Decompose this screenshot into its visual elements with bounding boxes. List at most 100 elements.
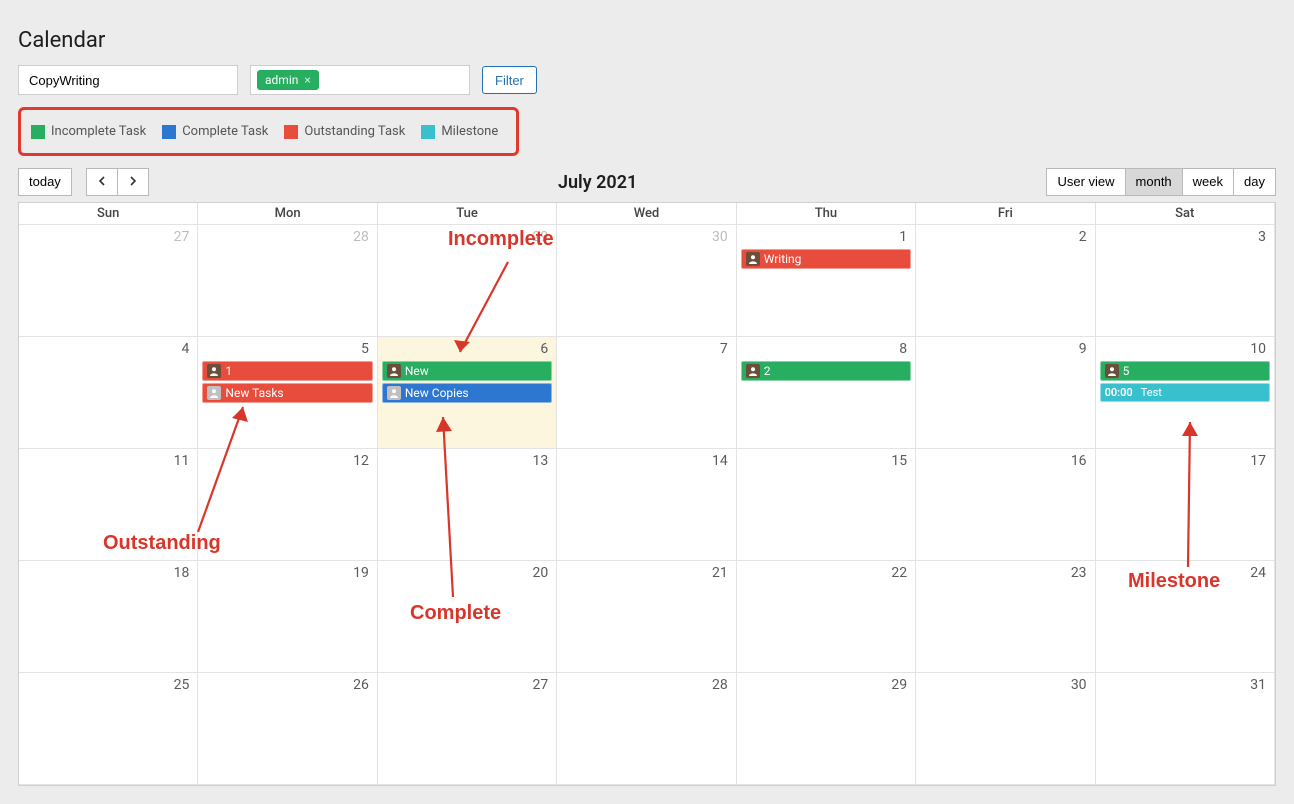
date-number: 26: [202, 675, 372, 697]
date-number: 23: [920, 563, 1090, 585]
calendar-cell[interactable]: 5 1 New Tasks: [198, 337, 377, 449]
calendar-cell[interactable]: 31: [1096, 673, 1275, 785]
legend: Incomplete Task Complete Task Outstandin…: [18, 107, 519, 156]
legend-complete-label: Complete Task: [182, 124, 268, 139]
date-number: 5: [202, 339, 372, 361]
view-month[interactable]: month: [1126, 168, 1183, 196]
day-header: Sat: [1096, 203, 1275, 225]
calendar-cell[interactable]: 16: [916, 449, 1095, 561]
date-number: 7: [561, 339, 731, 361]
date-number: 25: [23, 675, 193, 697]
calendar-cell[interactable]: 28: [198, 225, 377, 337]
calendar-cell[interactable]: 12: [198, 449, 377, 561]
date-number: 28: [202, 227, 372, 249]
avatar-icon: [387, 386, 401, 400]
event-time: 00:00: [1105, 386, 1133, 399]
filter-button[interactable]: Filter: [482, 66, 537, 94]
day-header: Fri: [916, 203, 1095, 225]
event-milestone[interactable]: 00:00 Test: [1100, 383, 1270, 402]
calendar-cell[interactable]: 30: [916, 673, 1095, 785]
calendar-cell[interactable]: 8 2: [737, 337, 916, 449]
calendar-cell[interactable]: 7: [557, 337, 736, 449]
event-outstanding[interactable]: 1: [202, 361, 372, 381]
date-number: 6: [382, 339, 552, 361]
date-number: 22: [741, 563, 911, 585]
calendar-cell[interactable]: 14: [557, 449, 736, 561]
calendar-cell[interactable]: 23: [916, 561, 1095, 673]
calendar-cell[interactable]: 21: [557, 561, 736, 673]
calendar-cell[interactable]: 17: [1096, 449, 1275, 561]
calendar-cell[interactable]: 19: [198, 561, 377, 673]
calendar-cell[interactable]: 1 Writing: [737, 225, 916, 337]
legend-milestone: Milestone: [421, 124, 498, 139]
view-user[interactable]: User view: [1046, 168, 1125, 196]
calendar-cell[interactable]: 30: [557, 225, 736, 337]
date-number: 17: [1100, 451, 1270, 473]
user-filter-input[interactable]: admin ×: [250, 65, 470, 95]
avatar-icon: [207, 364, 221, 378]
date-number: 11: [23, 451, 193, 473]
calendar-cell[interactable]: 15: [737, 449, 916, 561]
calendar-cell[interactable]: 24: [1096, 561, 1275, 673]
date-number: 1: [741, 227, 911, 249]
view-week[interactable]: week: [1183, 168, 1234, 196]
calendar-cell[interactable]: 6 New New Copies: [378, 337, 557, 449]
calendar-cell[interactable]: 20: [378, 561, 557, 673]
event-outstanding[interactable]: New Tasks: [202, 383, 372, 403]
calendar-cell[interactable]: 2: [916, 225, 1095, 337]
calendar-cell[interactable]: 26: [198, 673, 377, 785]
calendar-cell[interactable]: 9: [916, 337, 1095, 449]
event-label: New Tasks: [225, 386, 283, 400]
next-button[interactable]: [118, 168, 149, 196]
view-day[interactable]: day: [1234, 168, 1276, 196]
user-tag-label: admin: [265, 73, 298, 87]
filters-row: admin × Filter: [18, 65, 1276, 95]
calendar-cell[interactable]: 22: [737, 561, 916, 673]
calendar-cell[interactable]: 13: [378, 449, 557, 561]
calendar-title: July 2021: [558, 172, 637, 193]
calendar-cell[interactable]: 10 5 00:00 Test: [1096, 337, 1275, 449]
date-number: 3: [1100, 227, 1270, 249]
calendar-cell[interactable]: 3: [1096, 225, 1275, 337]
chevron-right-icon: [128, 176, 138, 186]
day-header: Tue: [378, 203, 557, 225]
calendar-cell[interactable]: 11: [19, 449, 198, 561]
calendar-cell[interactable]: 27: [378, 673, 557, 785]
date-number: 14: [561, 451, 731, 473]
prev-button[interactable]: [86, 168, 118, 196]
avatar-icon: [207, 386, 221, 400]
calendar-cell[interactable]: 28: [557, 673, 736, 785]
event-label: Writing: [764, 252, 802, 266]
date-number: 16: [920, 451, 1090, 473]
avatar-icon: [387, 364, 401, 378]
avatar-icon: [1105, 364, 1119, 378]
today-button[interactable]: today: [18, 168, 72, 196]
remove-tag-icon[interactable]: ×: [304, 73, 310, 87]
event-label: New: [405, 364, 429, 378]
event-incomplete[interactable]: New: [382, 361, 552, 381]
calendar-cell[interactable]: 29: [378, 225, 557, 337]
calendar-cell[interactable]: 29: [737, 673, 916, 785]
date-number: 20: [382, 563, 552, 585]
event-incomplete[interactable]: 5: [1100, 361, 1270, 381]
event-label: 5: [1123, 364, 1130, 378]
event-complete[interactable]: New Copies: [382, 383, 552, 403]
date-number: 12: [202, 451, 372, 473]
project-input[interactable]: [18, 65, 238, 95]
date-number: 30: [920, 675, 1090, 697]
calendar-cell[interactable]: 18: [19, 561, 198, 673]
user-tag[interactable]: admin ×: [257, 70, 319, 90]
date-number: 29: [382, 227, 552, 249]
swatch-incomplete: [31, 125, 45, 139]
calendar-cell[interactable]: 4: [19, 337, 198, 449]
date-number: 4: [23, 339, 193, 361]
event-outstanding[interactable]: Writing: [741, 249, 911, 269]
event-incomplete[interactable]: 2: [741, 361, 911, 381]
date-number: 9: [920, 339, 1090, 361]
calendar-cell[interactable]: 25: [19, 673, 198, 785]
event-label: 1: [225, 364, 232, 378]
day-header: Thu: [737, 203, 916, 225]
date-number: 19: [202, 563, 372, 585]
swatch-complete: [162, 125, 176, 139]
calendar-cell[interactable]: 27: [19, 225, 198, 337]
